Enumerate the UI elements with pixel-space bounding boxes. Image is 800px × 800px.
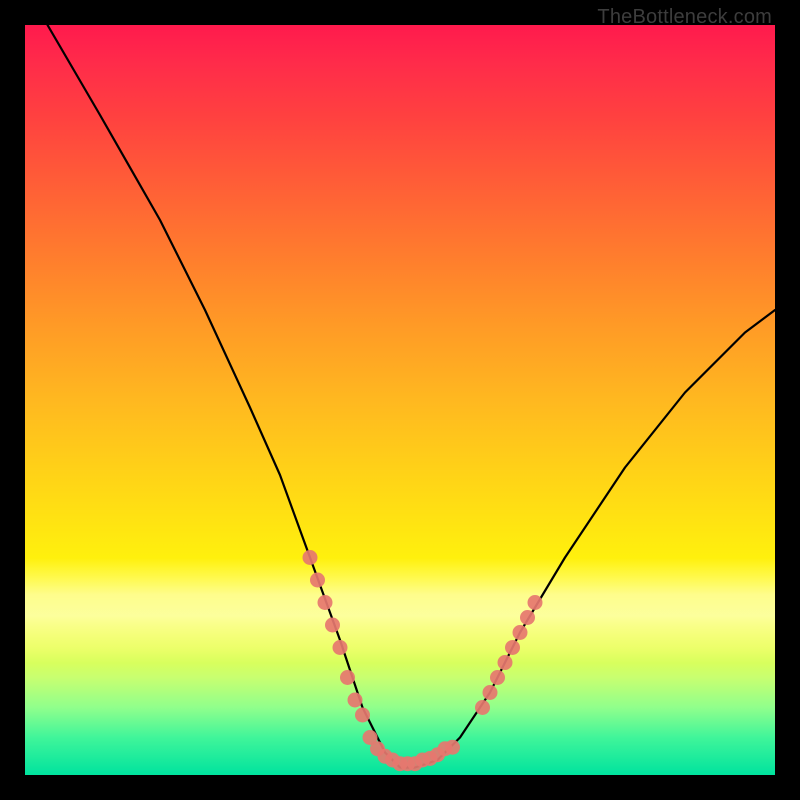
highlight-dot — [325, 618, 340, 633]
highlight-dot — [528, 595, 543, 610]
highlight-dot — [483, 685, 498, 700]
highlight-dot — [348, 693, 363, 708]
chart-frame: TheBottleneck.com — [0, 0, 800, 800]
highlight-dot — [520, 610, 535, 625]
highlight-dot — [505, 640, 520, 655]
highlight-dot — [303, 550, 318, 565]
highlight-dot — [445, 740, 460, 755]
highlight-dot — [475, 700, 490, 715]
highlight-dot — [333, 640, 348, 655]
bottleneck-curve-path — [48, 25, 776, 768]
highlight-dot — [355, 708, 370, 723]
highlight-dot — [310, 573, 325, 588]
highlight-dot — [318, 595, 333, 610]
highlight-dot — [490, 670, 505, 685]
highlight-dot — [340, 670, 355, 685]
plot-area — [25, 25, 775, 775]
highlight-dot — [513, 625, 528, 640]
highlight-dots-group — [303, 550, 543, 771]
curve-svg — [25, 25, 775, 775]
highlight-dot — [498, 655, 513, 670]
